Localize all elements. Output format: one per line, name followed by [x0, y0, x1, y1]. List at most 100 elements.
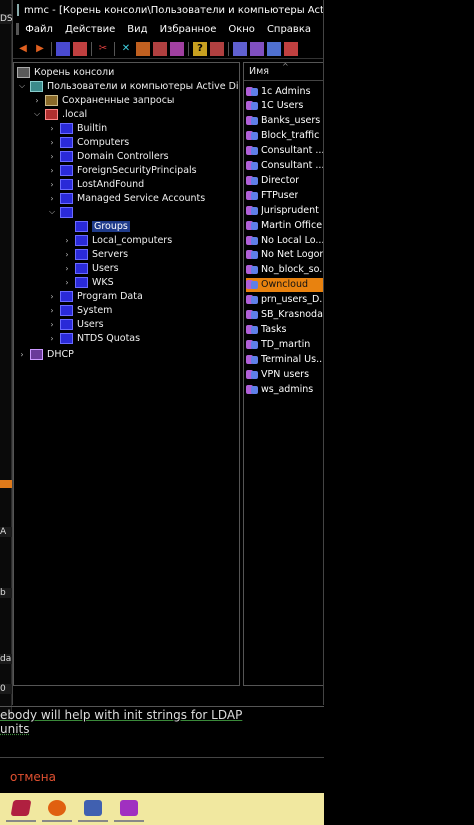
taskbar-app-2[interactable] [42, 796, 72, 822]
folder-icon [60, 136, 73, 148]
add-user-icon[interactable] [250, 41, 264, 56]
tree-node-program-data[interactable]: › Program Data [47, 289, 143, 303]
collapse-icon[interactable]: ⌵ [32, 109, 42, 119]
tree-node-builtin[interactable]: › Builtin [47, 121, 107, 135]
expand-icon[interactable]: › [47, 165, 57, 175]
expand-icon[interactable]: › [47, 137, 57, 147]
menu-favorites[interactable]: Избранное [160, 24, 217, 35]
tree-node-local-computers[interactable]: › Local_computers [62, 233, 172, 247]
forward-arrow-icon[interactable]: ▶ [33, 42, 47, 56]
tree-node-saved-queries[interactable]: › Сохраненные запросы [32, 93, 174, 107]
list-item[interactable]: Martin Office [246, 218, 323, 232]
filter-icon[interactable] [284, 41, 298, 56]
tree-node-managed-service[interactable]: › Managed Service Accounts [47, 191, 205, 205]
list-item[interactable]: Banks_users [246, 114, 323, 128]
list-item[interactable]: SB_Krasnodar [246, 308, 323, 322]
expand-icon[interactable]: › [62, 249, 72, 259]
tree-node-groups[interactable]: Groups [62, 219, 130, 233]
list-item[interactable]: Terminal Us... [246, 352, 323, 366]
tree-node-ntds-quotas[interactable]: › NTDS Quotas [47, 331, 140, 345]
expand-icon[interactable]: › [47, 305, 57, 315]
delete-icon[interactable]: ✕ [119, 42, 133, 56]
list-item[interactable]: Jurisprudent [246, 203, 323, 217]
list-item[interactable]: No Net Logon [246, 248, 323, 262]
menu-action[interactable]: Действие [65, 24, 115, 35]
expand-icon[interactable]: › [32, 95, 42, 105]
menu-view[interactable]: Вид [127, 24, 147, 35]
expand-icon[interactable]: › [47, 123, 57, 133]
collapse-icon[interactable]: ⌵ [47, 207, 57, 217]
list-item[interactable]: Consultant ... [246, 159, 323, 173]
tree-node-system[interactable]: › System [47, 303, 112, 317]
back-arrow-icon[interactable]: ◀ [16, 42, 30, 56]
results-list-pane[interactable]: Имя ^ 1c Admins 1C Users Banks_users Block_… [243, 62, 323, 686]
export-icon[interactable] [170, 41, 184, 56]
list-item[interactable]: Consultant ... [246, 144, 323, 158]
tree-node-lost-and-found[interactable]: › LostAndFound [47, 177, 144, 191]
help-icon[interactable]: ? [193, 41, 207, 56]
expand-icon[interactable]: › [47, 319, 57, 329]
tree-node-servers[interactable]: › Servers [62, 247, 128, 261]
tree-node-ou-users[interactable]: › Users [62, 261, 119, 275]
expand-icon[interactable]: › [47, 291, 57, 301]
column-header-name[interactable]: Имя ^ [244, 63, 323, 81]
tree-node-domain-controllers[interactable]: › Domain Controllers [47, 149, 169, 163]
list-item[interactable]: ws_admins [246, 382, 323, 396]
toolbar-separator [114, 41, 115, 56]
tree-node-root[interactable]: Корень консоли [17, 65, 114, 79]
taskbar-app-3[interactable] [78, 796, 108, 822]
menu-file[interactable]: Файл [25, 24, 53, 35]
group-icon [246, 190, 258, 201]
tree-node-users[interactable]: › Users [47, 317, 104, 331]
list-item[interactable]: VPN users [246, 367, 323, 381]
tree-node-ou[interactable]: ⌵ [47, 205, 77, 219]
tree-node-wks[interactable]: › WKS [62, 275, 114, 289]
folder-icon [45, 94, 58, 106]
collapse-icon[interactable]: ⌵ [17, 81, 27, 91]
refresh-icon[interactable] [153, 41, 167, 56]
taskbar-app-4[interactable] [114, 796, 144, 822]
expand-icon[interactable]: › [62, 235, 72, 245]
cancel-link[interactable]: отмена [10, 770, 56, 784]
list-item[interactable]: Tasks [246, 322, 323, 336]
expand-icon[interactable]: › [17, 349, 27, 359]
users-icon[interactable] [233, 41, 247, 56]
console-icon[interactable] [210, 41, 224, 56]
menu-help[interactable]: Справка [267, 24, 311, 35]
add-group-icon[interactable] [267, 41, 281, 56]
list-item[interactable]: prn_users_D... [246, 293, 323, 307]
list-item[interactable]: No_block_so... [246, 263, 323, 277]
list-item[interactable]: No Local Lo... [246, 233, 323, 247]
tree-node-foreign-security[interactable]: › ForeignSecurityPrincipals [47, 163, 197, 177]
expand-icon[interactable]: › [62, 263, 72, 273]
expand-icon[interactable]: › [47, 333, 57, 343]
show-tree-icon[interactable] [73, 41, 87, 56]
list-item[interactable]: FTPuser [246, 188, 323, 202]
list-item[interactable]: 1C Users [246, 99, 323, 113]
list-item[interactable]: TD_martin [246, 337, 323, 351]
up-folder-icon[interactable] [56, 41, 70, 56]
taskbar-app-1[interactable] [6, 796, 36, 822]
expand-icon[interactable]: › [62, 277, 72, 287]
app-icon [48, 800, 66, 816]
properties-icon[interactable] [136, 41, 150, 56]
toolbar-separator [91, 41, 92, 56]
list-item[interactable]: 1c Admins [246, 84, 323, 98]
tree-node-domain[interactable]: ⌵ .local [32, 107, 87, 121]
tree-node-computers[interactable]: › Computers [47, 135, 129, 149]
title-bar[interactable]: mmc - [Корень консоли\Пользователи и ком… [13, 0, 323, 20]
menu-window[interactable]: Окно [228, 24, 255, 35]
expand-icon[interactable]: › [47, 151, 57, 161]
expand-icon[interactable]: › [47, 193, 57, 203]
list-item[interactable]: Block_traffic [246, 129, 323, 143]
cut-icon[interactable]: ✂ [96, 42, 110, 56]
system-menu-icon[interactable] [16, 23, 20, 35]
list-item[interactable]: Director [246, 173, 323, 187]
toolbar-separator [51, 41, 52, 56]
tree-node-dhcp[interactable]: › DHCP [17, 347, 74, 361]
group-icon [246, 339, 258, 350]
console-tree-pane[interactable]: Корень консоли ⌵ Пользователи и компьюте… [13, 62, 240, 686]
tree-node-ad-users[interactable]: ⌵ Пользователи и компьютеры Active Direc… [17, 79, 239, 93]
list-item[interactable]: Owncloud [246, 277, 323, 292]
expand-icon[interactable]: › [47, 179, 57, 189]
